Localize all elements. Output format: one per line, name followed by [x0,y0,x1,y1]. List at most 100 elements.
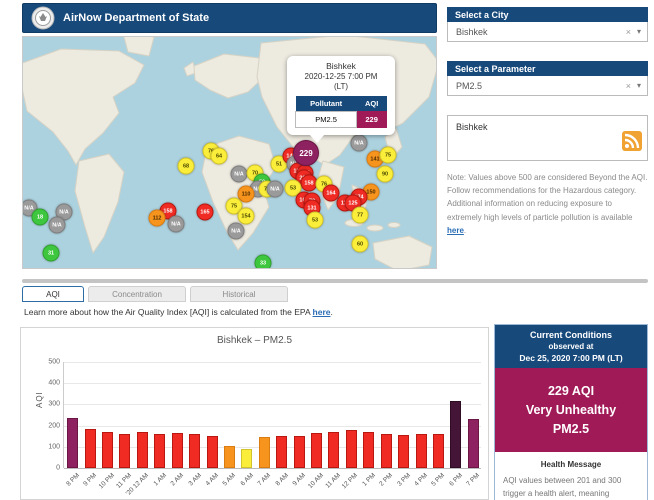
chart-bar[interactable] [346,430,357,468]
parameter-section-header: Select a Parameter [447,61,648,76]
note-suffix: . [464,226,466,235]
chart-x-tick: 11 AM [324,472,342,490]
map-marker[interactable]: 77 [352,207,369,224]
map-marker[interactable]: 33 [255,255,272,270]
chart-bar[interactable] [137,432,148,468]
chart-bar[interactable] [119,434,130,468]
chart-bar[interactable] [172,433,183,468]
map-marker[interactable]: 75 [380,147,397,164]
rss-icon[interactable] [622,131,642,156]
chart-bar[interactable] [294,436,305,468]
parameter-clear-icon[interactable]: × [626,81,631,91]
tab-historical[interactable]: Historical [190,286,288,302]
chart-x-tick: 7 AM [257,472,272,487]
note-here-link[interactable]: here [447,226,464,235]
map-marker[interactable]: N/A [231,166,248,183]
chart-x-tick: 3 PM [396,472,412,488]
chart-x-tick: 6 PM [448,472,464,488]
chart-bar[interactable] [311,433,322,468]
chart-bar[interactable] [207,436,218,468]
tab-concentration[interactable]: Concentration [88,286,186,302]
chart-bar[interactable] [468,419,479,468]
map-marker[interactable]: N/A [228,223,245,240]
map-marker[interactable]: 53 [307,212,324,229]
tab-aqi[interactable]: AQI [22,286,84,302]
chart-bar[interactable] [102,432,113,468]
app-header: AirNow Department of State [22,3,437,33]
current-conditions-header: Current Conditions observed at Dec 25, 2… [495,325,647,368]
chart-x-tick: 7 PM [466,472,482,488]
chart-gridline [64,426,481,427]
map-marker[interactable]: N/A [351,135,368,152]
cc-datetime: Dec 25, 2020 7:00 PM (LT) [499,353,643,363]
dos-seal-logo [31,6,55,30]
cc-title: Current Conditions [499,330,643,340]
chart-bar[interactable] [416,434,427,468]
map-marker[interactable]: 31 [43,245,60,262]
beyond-aqi-note: Note: Values above 500 are considered Be… [447,171,648,237]
chart-bar[interactable] [433,434,444,468]
chart-bar[interactable] [85,429,96,468]
chart-bar[interactable] [328,432,339,468]
map-marker[interactable]: N/A [168,216,185,233]
chart-bar[interactable] [381,434,392,468]
health-message-text: AQI values between 201 and 300 trigger a… [503,475,639,500]
learn-more-suffix: . [331,307,333,317]
chart-y-tick: 300 [48,401,60,408]
chart-y-tick: 400 [48,380,60,387]
map-marker[interactable]: 68 [178,158,195,175]
city-caret-icon[interactable]: ▾ [637,27,641,36]
app-title: AirNow Department of State [63,12,209,24]
parameter-caret-icon[interactable]: ▾ [637,81,641,90]
chart-bar[interactable] [276,436,287,468]
epa-link[interactable]: here [313,307,331,317]
chart-gridline [64,383,481,384]
rss-feed-box: Bishkek [447,115,648,161]
map-marker[interactable]: N/A [267,181,284,198]
chart-x-tick: 9 PM [82,472,98,488]
city-select[interactable]: Bishkek × ▾ [447,22,648,42]
city-clear-icon[interactable]: × [626,27,631,37]
map-marker[interactable]: N/A [49,217,66,234]
map-marker[interactable]: 154 [238,208,255,225]
chart-bar[interactable] [67,418,78,468]
popup-datetime: 2020-12-25 7:00 PM [291,72,391,82]
cc-aqi-category: Very Unhealthy [501,401,641,420]
chart-bar[interactable] [224,446,235,468]
chart-x-tick: 4 AM [205,472,220,487]
chart-x-tick: 12 PM [341,472,359,490]
parameter-select[interactable]: PM2.5 × ▾ [447,76,648,96]
map-marker[interactable]: 112 [149,210,166,227]
map-marker[interactable]: 165 [197,204,214,221]
map-popup: Bishkek 2020-12-25 7:00 PM (LT) Pollutan… [287,56,395,135]
chart-x-tick: 5 AM [222,472,237,487]
map-marker[interactable]: 18 [32,209,49,226]
map-marker[interactable]: 90 [377,166,394,183]
popup-aqi-header: AQI [357,96,387,112]
chart-plot-area: 01002003004005008 PM9 PM10 PM11 PM'20 12… [63,362,481,468]
map-marker[interactable]: 229 [293,140,319,166]
parameter-section: Select a Parameter PM2.5 × ▾ [447,61,648,96]
chart-bar[interactable] [189,434,200,468]
aqi-bar-chart: Bishkek – PM2.5 AQI 01002003004005008 PM… [20,327,489,500]
chart-tabs: AQI Concentration Historical [22,286,288,302]
chart-bar[interactable] [154,434,165,468]
chart-bar[interactable] [241,449,252,468]
chart-x-tick: 10 AM [306,472,324,490]
learn-more-text: Learn more about how the Air Quality Ind… [24,307,333,317]
chart-bar[interactable] [363,432,374,468]
chart-bar[interactable] [259,437,270,468]
chart-y-tick: 200 [48,422,60,429]
chart-x-tick: 2 PM [378,472,394,488]
map-marker[interactable]: 64 [211,148,228,165]
airnow-page: AirNow Department of State N [0,0,654,500]
cc-aqi-parameter: PM2.5 [501,420,641,439]
chart-bar[interactable] [398,435,409,468]
chart-bar[interactable] [450,401,461,468]
current-conditions-panel: Current Conditions observed at Dec 25, 2… [494,324,648,500]
chart-y-tick: 100 [48,443,60,450]
horizontal-scrollbar[interactable] [22,279,648,283]
map-marker[interactable]: 60 [352,236,369,253]
chart-x-tick: 4 PM [413,472,429,488]
world-aqi-map[interactable]: N/A18N/AN/A3168766451N/A7050N/A73N/A1107… [22,36,437,269]
